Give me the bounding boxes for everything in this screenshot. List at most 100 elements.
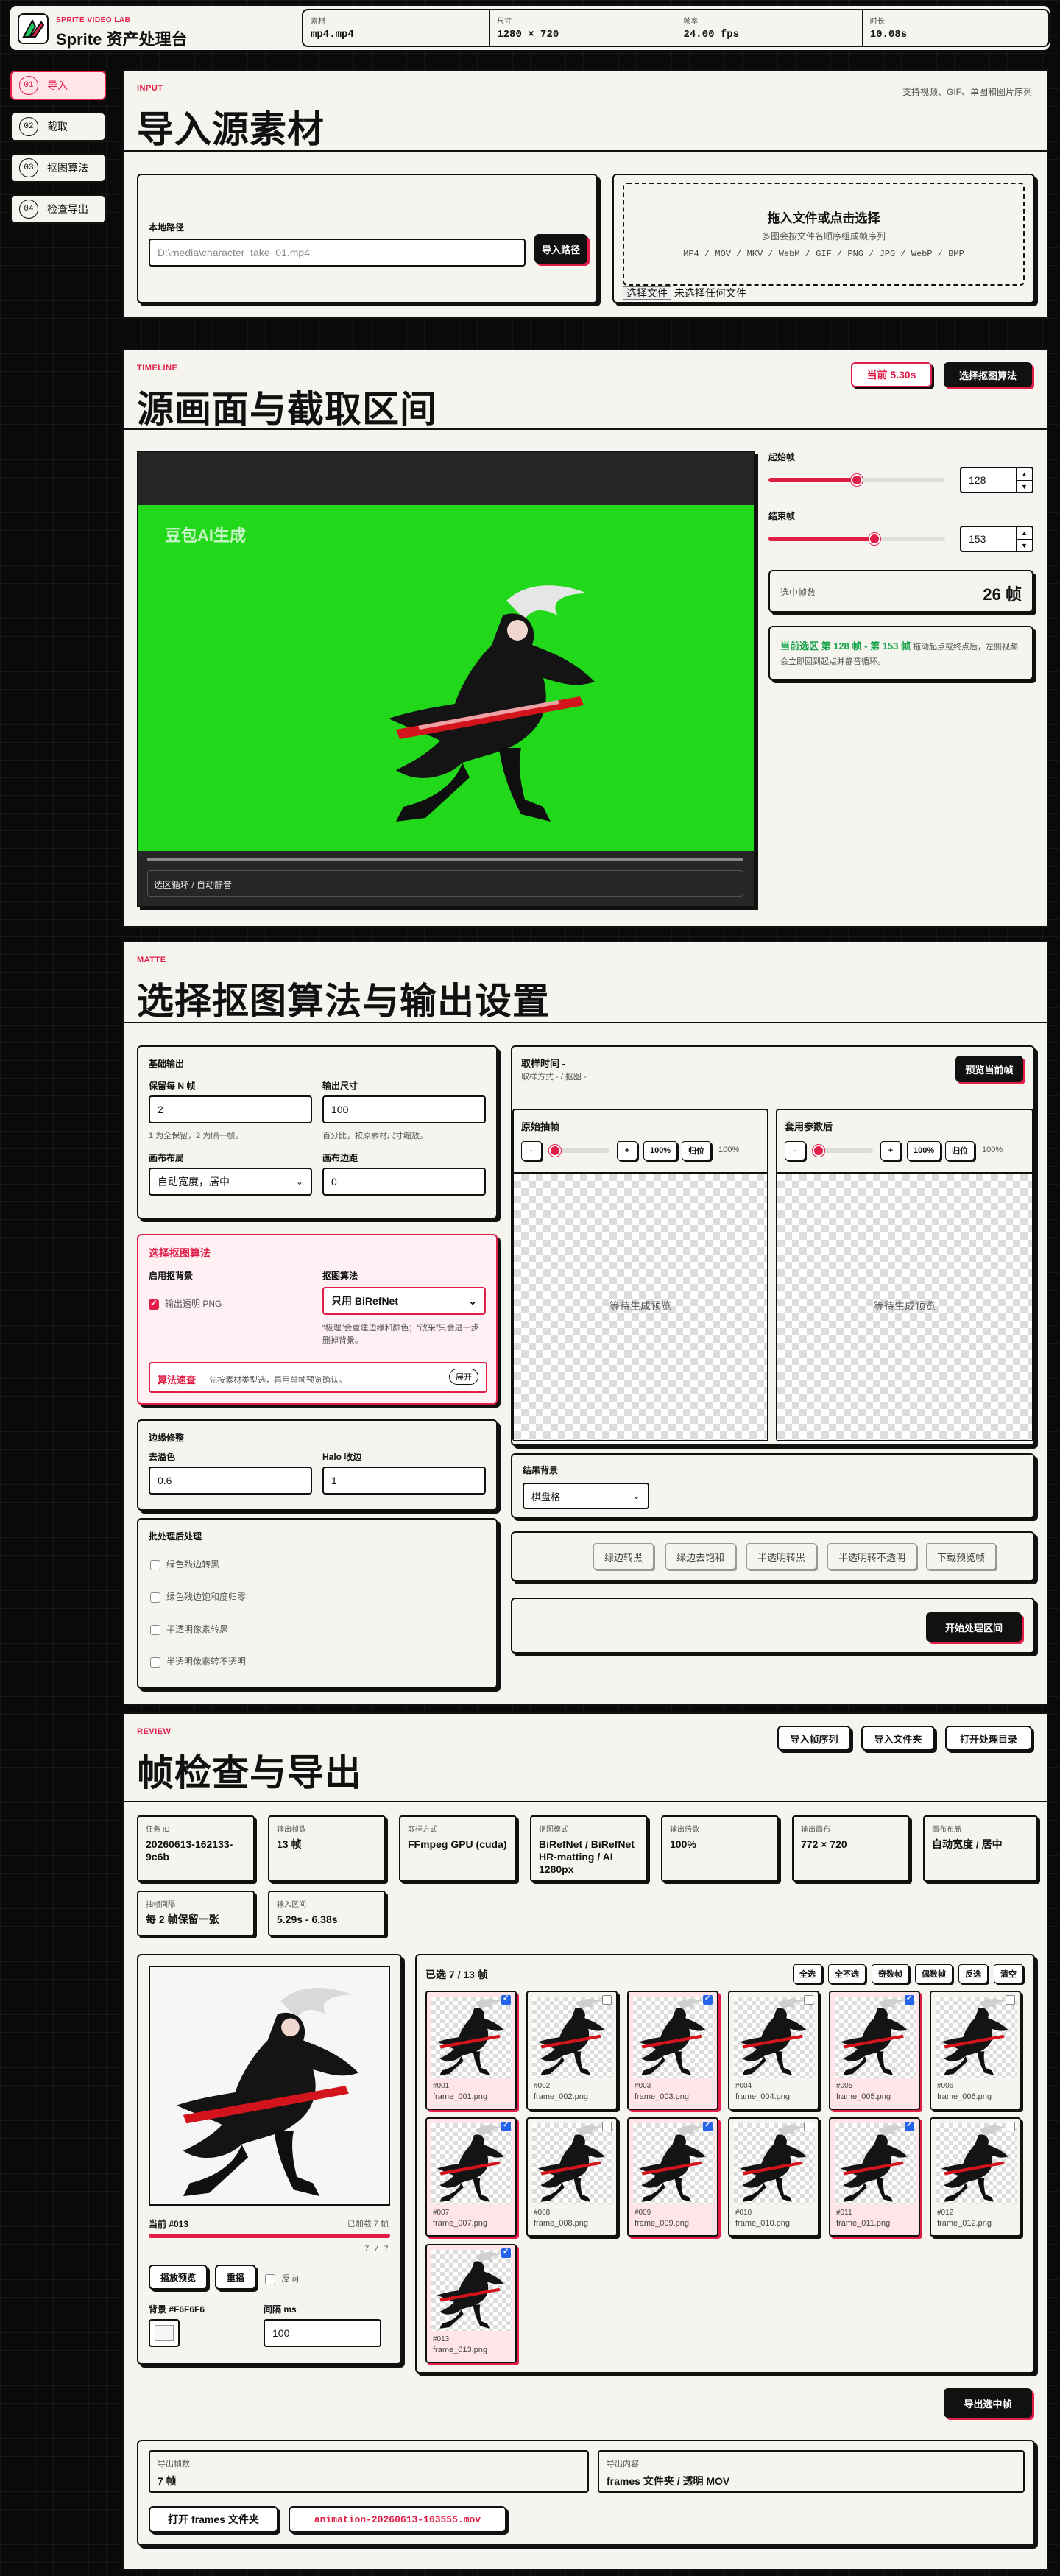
select-none-button[interactable]: 全不选 <box>828 1964 866 1983</box>
after-canvas[interactable]: 等待生成预览 <box>777 1172 1032 1440</box>
batch-option-3[interactable]: 半透明像素转黑 <box>150 1623 228 1635</box>
zoom-100-button[interactable]: 100% <box>907 1141 941 1160</box>
frame-checkbox[interactable] <box>501 2121 511 2131</box>
export-selected-button[interactable]: 导出选中帧 <box>944 2388 1032 2418</box>
frame-card[interactable]: #005 frame_005.png <box>829 1991 920 2110</box>
import-folder-button[interactable]: 导入文件夹 <box>861 1726 935 1751</box>
info-frame-count: 输出帧数 13 帧 <box>268 1815 386 1882</box>
open-frames-folder-button[interactable]: 打开 frames 文件夹 <box>149 2506 278 2533</box>
algorithm-select[interactable]: 只用 BiRefNet ⌄ <box>322 1287 486 1315</box>
zoom-in-button[interactable]: + <box>880 1141 901 1160</box>
bg-color-picker[interactable] <box>149 2319 180 2347</box>
original-canvas[interactable]: 等待生成预览 <box>514 1172 767 1440</box>
frame-checkbox[interactable] <box>804 1995 813 2005</box>
zoom-in-button[interactable]: + <box>617 1141 637 1160</box>
download-preview-button[interactable]: 下载预览帧 <box>926 1543 997 1570</box>
batch-option-2[interactable]: 绿色残边饱和度归零 <box>150 1590 246 1603</box>
frame-card[interactable]: #008 frame_008.png <box>526 2117 618 2237</box>
start-process-button[interactable]: 开始处理区间 <box>926 1612 1022 1642</box>
odd-frames-button[interactable]: 奇数帧 <box>872 1964 909 1983</box>
frame-checkbox[interactable] <box>1006 2122 1015 2131</box>
file-none-text: 未选择任何文件 <box>674 287 746 299</box>
frame-filename: frame_002.png <box>534 2092 588 2101</box>
zoom-100-button[interactable]: 100% <box>643 1141 678 1160</box>
halo-input[interactable]: 1 <box>322 1467 486 1495</box>
keep-n-input[interactable]: 2 <box>149 1095 312 1123</box>
end-frame-stepper[interactable]: 153 ▲ ▼ <box>960 526 1034 552</box>
expand-button[interactable]: 展开 <box>449 1369 478 1385</box>
video-scrubber[interactable] <box>147 858 743 861</box>
frame-card[interactable]: #009 frame_009.png <box>627 2117 718 2237</box>
section-tag: TIMELINE <box>137 364 178 373</box>
sidebar-item-import[interactable]: 01 导入 <box>10 71 106 100</box>
selected-frames-box: 选中帧数 26 帧 <box>768 570 1034 613</box>
replay-button[interactable]: 重播 <box>215 2265 256 2290</box>
start-frame-stepper[interactable]: 128 ▲ ▼ <box>960 467 1034 493</box>
import-sequence-button[interactable]: 导入帧序列 <box>777 1726 851 1751</box>
sidebar-item-export[interactable]: 04 检查导出 <box>10 194 106 224</box>
reset-button[interactable]: 归位 <box>945 1141 975 1160</box>
semi-black-button[interactable]: 半透明转黑 <box>746 1543 817 1570</box>
frame-checkbox[interactable] <box>602 2122 612 2131</box>
frame-card[interactable]: #007 frame_007.png <box>425 2117 517 2237</box>
frame-filename: frame_012.png <box>937 2219 992 2228</box>
choose-algo-button[interactable]: 选择抠图算法 <box>944 362 1032 387</box>
frame-thumbnail <box>532 1997 613 2078</box>
select-all-button[interactable]: 全选 <box>793 1964 822 1983</box>
frame-card[interactable]: #012 frame_012.png <box>930 2117 1021 2237</box>
import-path-button[interactable]: 导入路径 <box>534 234 587 264</box>
frame-checkbox[interactable] <box>703 2121 713 2131</box>
drop-zone[interactable]: 拖入文件或点击选择 多图会按文件名顺序组成帧序列 MP4 / MOV / MKV… <box>623 183 1025 286</box>
sidebar-item-trim[interactable]: 02 截取 <box>10 112 106 141</box>
frame-card[interactable]: #003 frame_003.png <box>627 1991 718 2110</box>
sidebar-item-matte[interactable]: 03 抠图算法 <box>10 153 106 183</box>
path-input[interactable]: D:\media\character_take_01.mp4 <box>149 239 526 267</box>
even-frames-button[interactable]: 偶数帧 <box>915 1964 953 1983</box>
clear-button[interactable]: 清空 <box>994 1964 1023 1983</box>
despill-input[interactable]: 0.6 <box>149 1467 312 1495</box>
batch-option-1[interactable]: 绿色残边转黑 <box>150 1558 219 1570</box>
frame-card[interactable]: #011 frame_011.png <box>829 2117 920 2237</box>
frame-checkbox[interactable] <box>905 2121 914 2131</box>
frame-card[interactable]: #010 frame_010.png <box>728 2117 819 2237</box>
green-edge-desat-button[interactable]: 绿边去饱和 <box>665 1543 736 1570</box>
preview-current-button[interactable]: 预览当前帧 <box>955 1056 1023 1082</box>
semi-opaque-button[interactable]: 半透明转不透明 <box>827 1543 917 1570</box>
reverse-checkbox[interactable]: 反向 <box>265 2272 299 2284</box>
result-bg-select[interactable]: 棋盘格 ⌄ <box>523 1483 649 1509</box>
frame-card[interactable]: #004 frame_004.png <box>728 1991 819 2110</box>
frame-filename: frame_007.png <box>433 2219 487 2228</box>
frame-card[interactable]: #002 frame_002.png <box>526 1991 618 2110</box>
zoom-out-button[interactable]: - <box>785 1141 805 1160</box>
batch-option-4[interactable]: 半透明像素转不透明 <box>150 1655 246 1668</box>
frame-checkbox[interactable] <box>804 2122 813 2131</box>
frame-checkbox[interactable] <box>905 1994 914 2005</box>
layout-select[interactable]: 自动宽度，居中 ⌄ <box>149 1168 312 1196</box>
frame-card[interactable]: #001 frame_001.png <box>425 1991 517 2110</box>
reset-button[interactable]: 归位 <box>682 1141 711 1160</box>
frame-card[interactable]: #006 frame_006.png <box>930 1991 1021 2110</box>
frame-checkbox[interactable] <box>1006 1995 1015 2005</box>
frame-thumbnail <box>633 1997 714 2078</box>
frame-thumbnail <box>734 2123 815 2204</box>
transparent-png-checkbox[interactable]: 输出透明 PNG <box>149 1297 222 1310</box>
output-size-input[interactable]: 100 <box>322 1095 486 1123</box>
padding-input[interactable]: 0 <box>322 1168 486 1196</box>
video-player[interactable]: 豆包AI生成 选区循环 / 自动静音 <box>137 451 755 907</box>
frame-checkbox[interactable] <box>501 1994 511 2005</box>
choose-file-button[interactable]: 选择文件 <box>623 286 671 300</box>
frame-checkbox[interactable] <box>703 1994 713 2005</box>
invert-button[interactable]: 反选 <box>958 1964 988 1983</box>
file-picker[interactable]: 选择文件 未选择任何文件 <box>623 286 746 300</box>
algorithm-panel: 选择抠图算法 启用抠背景 输出透明 PNG 抠图算法 只用 BiRefNet⌄ … <box>137 1234 498 1405</box>
brand-title: Sprite 资产处理台 <box>56 30 188 49</box>
play-preview-button[interactable]: 播放预览 <box>149 2265 208 2290</box>
open-dir-button[interactable]: 打开处理目录 <box>945 1726 1032 1751</box>
frame-checkbox[interactable] <box>501 2248 511 2258</box>
mov-file-link[interactable]: animation-20260613-163555.mov <box>289 2506 506 2533</box>
zoom-out-button[interactable]: - <box>521 1141 542 1160</box>
frame-checkbox[interactable] <box>602 1995 612 2005</box>
interval-input[interactable]: 100 <box>264 2319 381 2347</box>
frame-card[interactable]: #013 frame_013.png <box>425 2244 517 2363</box>
green-edge-black-button[interactable]: 绿边转黑 <box>593 1543 654 1570</box>
